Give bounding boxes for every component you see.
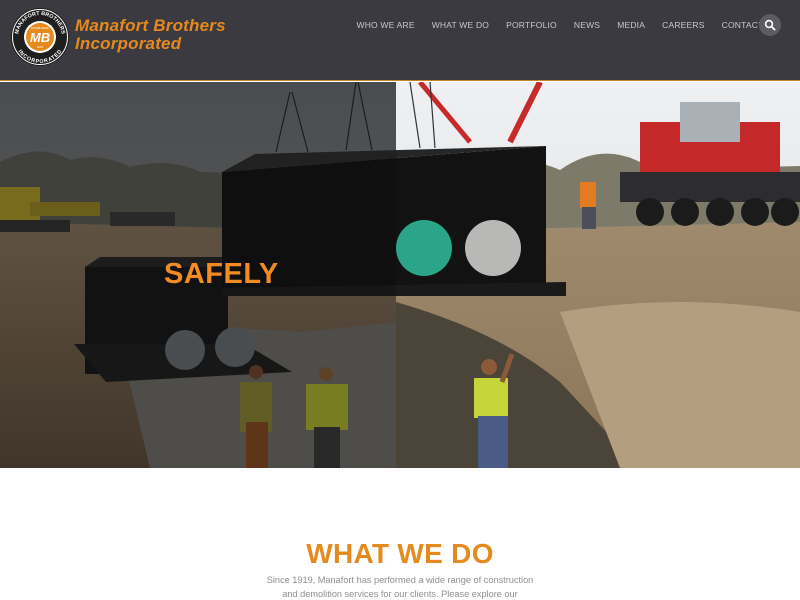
hero-photo: [0, 82, 800, 468]
site-header: MANAFORT BROTHERS INCORPORATED MB ESTABL…: [0, 0, 800, 81]
seal-mark: MB: [30, 30, 50, 45]
search-button[interactable]: [759, 14, 781, 36]
seal-year: 1919: [37, 45, 44, 49]
logo-wordmark: Manafort Brothers Incorporated: [75, 17, 226, 53]
logo-line-2: Incorporated: [75, 34, 182, 53]
nav-media[interactable]: MEDIA: [609, 18, 654, 32]
nav-portfolio[interactable]: PORTFOLIO: [498, 18, 566, 32]
nav-news[interactable]: NEWS: [565, 18, 608, 32]
seal-established: ESTABLISHED: [31, 26, 49, 30]
hero-tagline: SAFELY: [164, 258, 279, 290]
nav-who-we-are[interactable]: WHO WE ARE: [348, 18, 423, 32]
company-seal-logo: MANAFORT BROTHERS INCORPORATED MB ESTABL…: [11, 8, 69, 66]
what-we-do-body: Since 1919, Manafort has performed a wid…: [266, 575, 534, 599]
logo-line-1: Manafort Brothers: [75, 16, 226, 35]
hero-banner: SAFELY: [0, 82, 800, 468]
search-icon: [764, 19, 776, 31]
nav-what-we-do[interactable]: WHAT WE DO: [423, 18, 497, 32]
main-nav: WHO WE ARE WHAT WE DO PORTFOLIO NEWS MED…: [348, 18, 772, 32]
what-we-do-title: WHAT WE DO: [306, 538, 494, 569]
nav-careers[interactable]: CAREERS: [654, 18, 714, 32]
logo-link[interactable]: MANAFORT BROTHERS INCORPORATED MB ESTABL…: [10, 7, 242, 67]
